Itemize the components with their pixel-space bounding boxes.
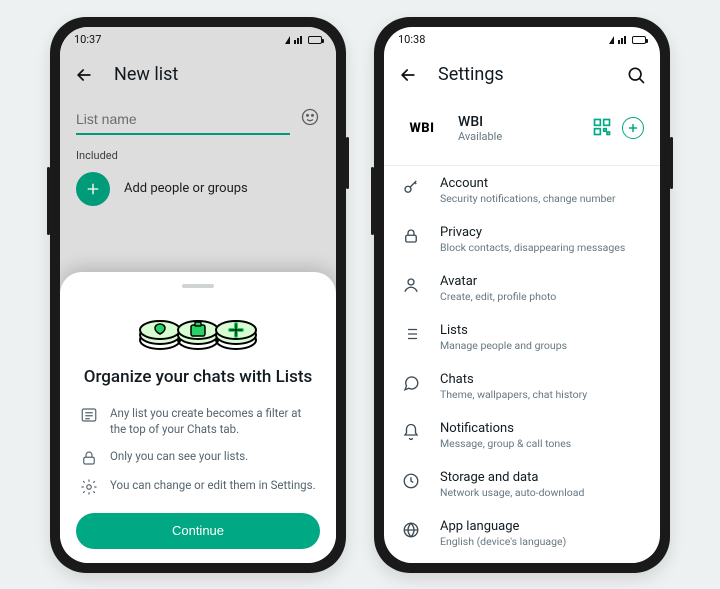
- qr-button[interactable]: [592, 117, 612, 141]
- info-row-2: Only you can see your lists.: [76, 443, 320, 472]
- search-button[interactable]: [622, 61, 650, 89]
- statusbar-right: 10:38: [384, 27, 660, 53]
- settings-item-label: Privacy: [440, 225, 625, 240]
- bell-icon: [400, 423, 422, 441]
- hardware-power-button: [670, 137, 673, 189]
- info-row-1: Any list you create becomes a filter at …: [76, 400, 320, 442]
- statusbar-time: 10:37: [74, 33, 101, 46]
- hardware-volume-button: [371, 167, 374, 235]
- emoji-icon: [300, 107, 320, 127]
- statusbar-time: 10:38: [398, 33, 425, 46]
- settings-item-storage-and-data[interactable]: Storage and dataNetwork usage, auto-down…: [384, 460, 660, 509]
- avatar-icon: [400, 276, 422, 294]
- settings-item-sub: Manage people and groups: [440, 339, 567, 352]
- wifi-icon: [609, 36, 614, 44]
- appbar-right: Settings: [384, 53, 660, 97]
- intro-sheet: Organize your chats with Lists Any list …: [60, 272, 336, 562]
- settings-item-sub: Create, edit, profile photo: [440, 290, 556, 303]
- settings-item-sub: English (device's language): [440, 535, 566, 548]
- sheet-title: Organize your chats with Lists: [82, 366, 314, 388]
- settings-item-lists[interactable]: ListsManage people and groups: [384, 313, 660, 362]
- list-icon: [80, 406, 98, 424]
- statusbar-indicators: [285, 36, 322, 44]
- settings-item-chats[interactable]: ChatsTheme, wallpapers, chat history: [384, 362, 660, 411]
- battery-icon: [632, 36, 646, 44]
- battery-icon: [308, 36, 322, 44]
- arrow-back-icon: [398, 65, 418, 85]
- settings-item-account[interactable]: AccountSecurity notifications, change nu…: [384, 166, 660, 215]
- hardware-volume-button: [47, 167, 50, 235]
- info-text-3: You can change or edit them in Settings.: [110, 477, 316, 493]
- info-row-3: You can change or edit them in Settings.: [76, 472, 320, 501]
- signal-icon: [618, 36, 626, 44]
- signal-icon: [294, 36, 302, 44]
- profile-avatar: WBI: [400, 107, 444, 151]
- section-included: Included: [60, 135, 336, 166]
- settings-item-label: Avatar: [440, 274, 556, 289]
- arrow-back-icon: [74, 65, 94, 85]
- phone-left: 10:37 New list Included: [50, 17, 346, 573]
- storage-icon: [400, 472, 422, 490]
- sheet-illustration: [76, 300, 320, 356]
- info-text-2: Only you can see your lists.: [110, 448, 248, 464]
- search-icon: [626, 65, 646, 85]
- emoji-button[interactable]: [300, 107, 320, 131]
- statusbar-left: 10:37: [60, 27, 336, 53]
- plus-icon: [627, 122, 639, 134]
- back-button[interactable]: [70, 61, 98, 89]
- settings-list: AccountSecurity notifications, change nu…: [384, 166, 660, 558]
- settings-item-notifications[interactable]: NotificationsMessage, group & call tones: [384, 411, 660, 460]
- settings-item-label: Storage and data: [440, 470, 584, 485]
- page-title: New list: [114, 64, 326, 85]
- settings-item-sub: Theme, wallpapers, chat history: [440, 388, 587, 401]
- settings-item-app-language[interactable]: App languageEnglish (device's language): [384, 509, 660, 558]
- settings-item-sub: Message, group & call tones: [440, 437, 571, 450]
- settings-item-label: Notifications: [440, 421, 571, 436]
- settings-item-sub: Network usage, auto-download: [440, 486, 584, 499]
- profile-actions: [592, 117, 644, 141]
- lock-icon: [80, 449, 98, 467]
- hardware-power-button: [346, 137, 349, 189]
- settings-item-sub: Block contacts, disappearing messages: [440, 241, 625, 254]
- lock-icon: [400, 227, 422, 245]
- add-people-button[interactable]: Add people or groups: [60, 166, 336, 226]
- settings-item-label: App language: [440, 519, 566, 534]
- settings-item-label: Chats: [440, 372, 587, 387]
- profile-status: Available: [458, 130, 502, 143]
- profile-name: WBI: [458, 114, 502, 130]
- profile-row[interactable]: WBI WBI Available: [384, 97, 660, 166]
- screen-left: 10:37 New list Included: [60, 27, 336, 563]
- continue-button[interactable]: Continue: [76, 513, 320, 549]
- phone-right: 10:38 Settings WBI WBI Available: [374, 17, 670, 573]
- back-button[interactable]: [394, 61, 422, 89]
- settings-item-label: Lists: [440, 323, 567, 338]
- settings-item-avatar[interactable]: AvatarCreate, edit, profile photo: [384, 264, 660, 313]
- settings-item-privacy[interactable]: PrivacyBlock contacts, disappearing mess…: [384, 215, 660, 264]
- gear-icon: [80, 478, 98, 496]
- statusbar-indicators: [609, 36, 646, 44]
- list-icon: [400, 325, 422, 343]
- info-text-1: Any list you create becomes a filter at …: [110, 405, 316, 437]
- appbar-left: New list: [60, 53, 336, 97]
- key-icon: [400, 178, 422, 196]
- dimmed-backdrop: 10:37 New list Included: [60, 27, 336, 296]
- wifi-icon: [285, 36, 290, 44]
- chat-icon: [400, 374, 422, 392]
- lists-illustration-icon: [136, 300, 260, 356]
- add-account-button[interactable]: [622, 117, 644, 139]
- sheet-handle[interactable]: [182, 284, 214, 288]
- screen-right: 10:38 Settings WBI WBI Available: [384, 27, 660, 563]
- list-name-row: [60, 97, 336, 135]
- globe-icon: [400, 521, 422, 539]
- plus-circle-icon: [76, 172, 110, 206]
- qr-icon: [592, 117, 612, 137]
- settings-item-label: Account: [440, 176, 616, 191]
- page-title: Settings: [438, 64, 606, 85]
- add-people-label: Add people or groups: [124, 181, 248, 196]
- list-name-field[interactable]: [76, 103, 290, 135]
- settings-item-sub: Security notifications, change number: [440, 192, 616, 205]
